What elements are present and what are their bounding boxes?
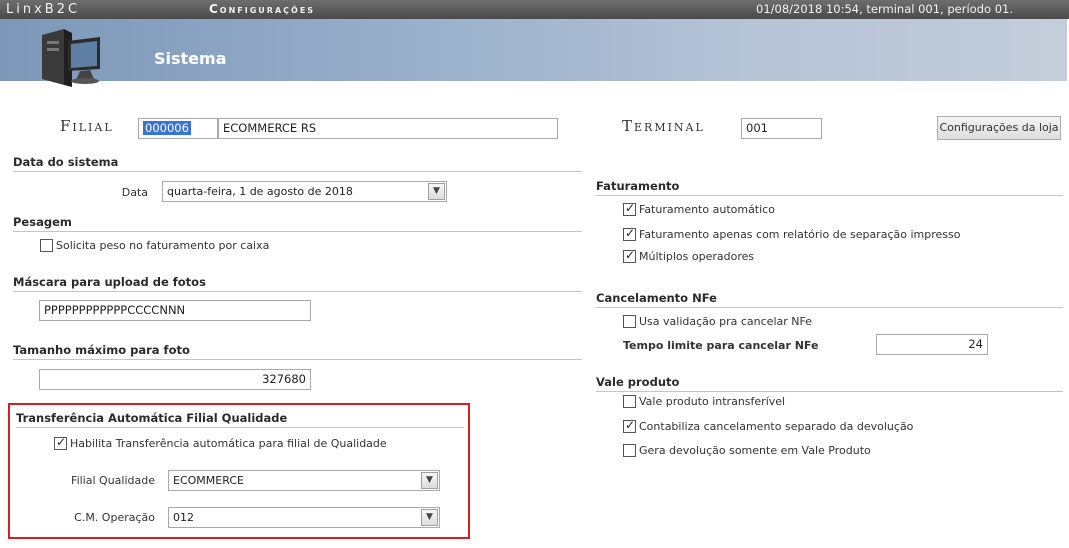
- voucher-only-return-checkbox[interactable]: [623, 444, 636, 457]
- session-info: 01/08/2018 10:54, terminal 001, período …: [756, 2, 1013, 16]
- terminal-input[interactable]: 001: [741, 118, 822, 139]
- operation-value: 012: [173, 511, 194, 524]
- nfe-time-limit-input[interactable]: 24: [876, 334, 988, 355]
- module-title: Configurações: [209, 2, 316, 16]
- voucher-cancel-separate-label: Contabiliza cancelamento separado da dev…: [639, 420, 914, 433]
- filial-name-field: ECOMMERCE RS: [218, 118, 558, 139]
- system-date-select[interactable]: quarta-feira, 1 de agosto de 2018 ▼: [162, 181, 447, 202]
- voucher-cancel-separate-checkbox[interactable]: [623, 418, 636, 433]
- billing-auto-label: Faturamento automático: [639, 203, 775, 216]
- voucher-only-return-label: Gera devolução somente em Vale Produto: [639, 444, 871, 457]
- weight-request-label: Solicita peso no faturamento por caixa: [56, 239, 270, 252]
- quality-branch-select[interactable]: ECOMMERCE ▼: [168, 470, 440, 491]
- operation-select[interactable]: 012 ▼: [168, 507, 440, 528]
- voucher-cancel-separate-row[interactable]: Contabiliza cancelamento separado da dev…: [623, 418, 914, 433]
- voucher-nontransferable-label: Vale produto intransferível: [639, 395, 786, 408]
- filial-label: Filial: [60, 117, 114, 135]
- app-brand: LinxB2C: [6, 2, 81, 17]
- multiple-operators-checkbox[interactable]: [623, 248, 636, 263]
- weight-request-checkbox-row[interactable]: Solicita peso no faturamento por caixa: [40, 239, 269, 252]
- page-header: Sistema: [0, 19, 1067, 87]
- system-date-value: quarta-feira, 1 de agosto de 2018: [167, 185, 353, 198]
- date-label: Data: [121, 186, 148, 199]
- quality-branch-label: Filial Qualidade: [71, 474, 155, 487]
- nfe-validation-label: Usa validação pra cancelar NFe: [639, 315, 812, 328]
- billing-separation-checkbox[interactable]: [623, 226, 636, 241]
- chevron-down-icon[interactable]: ▼: [421, 509, 438, 526]
- multiple-operators-row[interactable]: Múltiplos operadores: [623, 248, 755, 263]
- billing-separation-label: Faturamento apenas com relatório de sepa…: [639, 228, 961, 241]
- quality-transfer-checkbox[interactable]: [54, 435, 67, 450]
- section-system-date: Data do sistema: [13, 155, 582, 172]
- voucher-nontransferable-row[interactable]: Vale produto intransferível: [623, 395, 785, 408]
- section-weighing: Pesagem: [13, 215, 582, 232]
- terminal-label: Terminal: [622, 117, 705, 135]
- billing-separation-row[interactable]: Faturamento apenas com relatório de sepa…: [623, 226, 961, 241]
- operation-label: C.M. Operação: [74, 511, 155, 524]
- nfe-time-limit-label: Tempo limite para cancelar NFe: [623, 339, 819, 352]
- section-photo-mask: Máscara para upload de fotos: [13, 275, 582, 292]
- section-max-photo-size: Tamanho máximo para foto: [13, 343, 582, 360]
- chevron-down-icon[interactable]: ▼: [421, 472, 438, 489]
- store-settings-button[interactable]: Configurações da loja: [937, 116, 1061, 140]
- quality-branch-value: ECOMMERCE: [173, 474, 244, 487]
- voucher-nontransferable-checkbox[interactable]: [623, 395, 636, 408]
- voucher-only-return-row[interactable]: Gera devolução somente em Vale Produto: [623, 444, 871, 457]
- top-bar: LinxB2C Configurações 01/08/2018 10:54, …: [0, 0, 1069, 19]
- section-product-voucher: Vale produto: [596, 375, 1063, 392]
- section-nfe-cancel: Cancelamento NFe: [596, 291, 1063, 308]
- nfe-validation-checkbox[interactable]: [623, 315, 636, 328]
- billing-auto-checkbox[interactable]: [623, 201, 636, 216]
- photo-mask-input[interactable]: PPPPPPPPPPPPCCCCNNN: [39, 300, 311, 321]
- multiple-operators-label: Múltiplos operadores: [639, 250, 755, 263]
- weight-request-checkbox[interactable]: [40, 239, 53, 252]
- quality-transfer-label: Habilita Transferência automática para f…: [70, 437, 387, 450]
- section-quality-transfer: Transferência Automática Filial Qualidad…: [16, 411, 464, 428]
- page-title: Sistema: [154, 49, 227, 68]
- billing-auto-row[interactable]: Faturamento automático: [623, 201, 775, 216]
- section-billing: Faturamento: [596, 179, 1063, 196]
- quality-transfer-checkbox-row[interactable]: Habilita Transferência automática para f…: [54, 435, 387, 450]
- filial-code-value: 000006: [143, 121, 191, 135]
- computer-icon: [42, 29, 100, 87]
- chevron-down-icon[interactable]: ▼: [428, 183, 445, 200]
- max-photo-size-input[interactable]: 327680: [39, 369, 311, 390]
- nfe-validation-row[interactable]: Usa validação pra cancelar NFe: [623, 315, 812, 328]
- filial-code-input[interactable]: 000006: [138, 118, 218, 139]
